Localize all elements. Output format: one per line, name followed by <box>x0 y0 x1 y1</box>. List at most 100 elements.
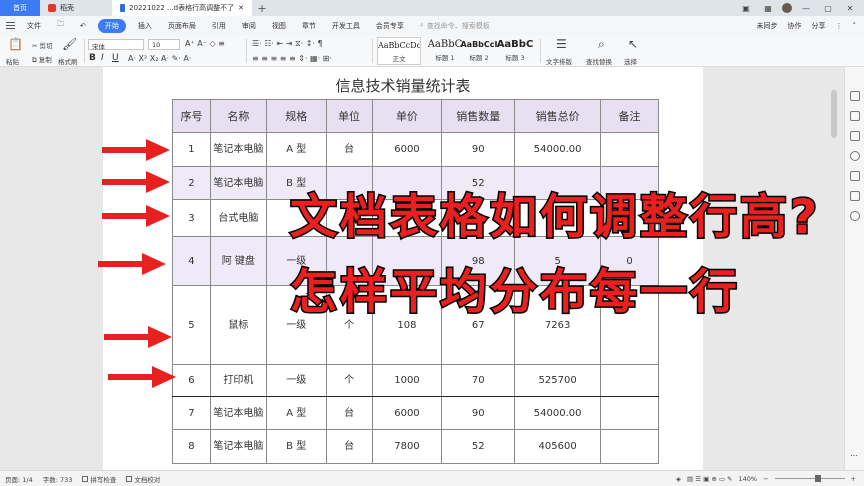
more-icon[interactable]: ⋮ <box>836 22 843 30</box>
table-cell[interactable]: 笔记本电脑 <box>209 132 267 167</box>
table-cell[interactable]: 一级 <box>265 364 327 397</box>
menu-view[interactable]: 视图 <box>264 21 294 31</box>
header-cell[interactable]: 规格 <box>265 99 327 133</box>
collaborate-button[interactable]: 协作 <box>788 21 802 31</box>
help-icon[interactable] <box>850 151 860 161</box>
tab-home[interactable]: 首页 <box>0 0 40 16</box>
tab-close-icon[interactable]: ✕ <box>238 4 244 12</box>
table-cell[interactable]: 90 <box>441 396 516 430</box>
collapse-ribbon-icon[interactable]: ˄ <box>853 22 857 30</box>
table-cell[interactable]: 3 <box>172 199 211 237</box>
protect-icon[interactable]: ◈ <box>676 475 681 483</box>
style-heading-3[interactable]: AaBbC 标题 3 <box>493 37 537 65</box>
spell-check-toggle[interactable]: 拼写检查 <box>77 474 121 484</box>
table-cell[interactable]: 405600 <box>514 429 602 464</box>
slider-icon[interactable] <box>850 131 860 141</box>
table-cell[interactable]: 笔记本电脑 <box>209 429 267 464</box>
page-count[interactable]: 页面: 1/4 <box>0 474 38 484</box>
tab-daoke[interactable]: 稻壳 <box>40 0 112 16</box>
pin-icon[interactable] <box>850 191 860 201</box>
table-cell[interactable] <box>600 396 659 430</box>
select-button[interactable]: 选择 <box>624 56 637 66</box>
find-replace-button[interactable]: 查找替换 <box>586 56 612 66</box>
cursor-icon[interactable]: ↖ <box>628 37 638 51</box>
menu-review[interactable]: 审阅 <box>234 21 264 31</box>
header-cell[interactable]: 名称 <box>209 99 267 133</box>
save-icon[interactable]: 🗀 <box>49 20 72 31</box>
menu-references[interactable]: 引用 <box>204 21 234 31</box>
zoom-out-button[interactable]: − <box>763 475 768 483</box>
globe-icon[interactable] <box>850 211 860 221</box>
find-icon[interactable]: ⌕ <box>598 37 605 52</box>
command-search[interactable]: ⌕ 查找命令、搜索模板 <box>420 21 490 31</box>
table-cell[interactable]: 54000.00 <box>514 132 602 167</box>
table-cell[interactable]: 54000.00 <box>514 396 602 430</box>
edit-icon[interactable] <box>850 91 860 101</box>
table-cell[interactable]: 个 <box>325 364 373 397</box>
table-cell[interactable]: 90 <box>441 132 516 167</box>
table-cell[interactable]: 6 <box>172 364 211 397</box>
table-cell[interactable]: 6000 <box>371 132 443 167</box>
table-cell[interactable]: 70 <box>441 364 516 397</box>
menu-developer[interactable]: 开发工具 <box>324 21 368 31</box>
table-cell[interactable]: 笔记本电脑 <box>209 166 267 200</box>
font-size-select[interactable]: 10 <box>148 39 180 50</box>
format-painter-icon[interactable]: 🖌 <box>62 37 77 51</box>
table-cell[interactable]: 打印机 <box>209 364 267 397</box>
format-painter-button[interactable]: 格式刷 <box>58 56 78 66</box>
underline-icon[interactable]: U <box>112 53 119 63</box>
menu-section[interactable]: 章节 <box>294 21 324 31</box>
document-proofread[interactable]: 文档校对 <box>121 474 165 484</box>
menu-icon[interactable] <box>6 22 15 29</box>
grid-icon[interactable]: ▦ <box>760 4 776 13</box>
italic-icon[interactable]: I <box>101 53 104 63</box>
header-cell[interactable]: 销售总价 <box>514 99 602 133</box>
word-count[interactable]: 字数: 733 <box>38 474 78 484</box>
header-cell[interactable]: 销售数量 <box>441 99 516 133</box>
bold-icon[interactable]: B <box>89 53 96 63</box>
table-cell[interactable]: A 型 <box>265 132 327 167</box>
style-normal[interactable]: AaBbCcDd 正文 <box>377 37 421 65</box>
font-name-select[interactable]: 宋体 <box>88 39 144 51</box>
table-cell[interactable] <box>600 429 659 464</box>
close-button[interactable]: ✕ <box>842 4 858 13</box>
table-cell[interactable]: 52 <box>441 429 516 464</box>
header-cell[interactable]: 序号 <box>172 99 211 133</box>
maximize-button[interactable]: ▢ <box>820 4 836 13</box>
share-button[interactable]: 分享 <box>812 21 826 31</box>
zoom-in-button[interactable]: + <box>851 475 856 483</box>
table-cell[interactable]: 8 <box>172 429 211 464</box>
table-cell[interactable]: A 型 <box>265 396 327 430</box>
zoom-slider[interactable] <box>774 475 845 482</box>
vertical-scrollbar[interactable] <box>831 82 837 464</box>
text-layout-button[interactable]: 文字排版 <box>546 56 572 66</box>
layout-icon[interactable]: ▣ <box>738 4 754 13</box>
sync-status[interactable]: 未同步 <box>757 21 778 31</box>
table-cell[interactable]: 7800 <box>371 429 443 464</box>
align-icons[interactable]: ≡ ≡ ≡ ≡ ≡ ⇕· ▦· ⊞· <box>252 54 332 63</box>
font-grow-icon[interactable]: A⁺ A⁻ ◇ ≡ <box>185 39 225 48</box>
menu-start[interactable]: 开始 <box>97 18 126 33</box>
menu-member[interactable]: 会员专享 <box>368 21 412 31</box>
zoom-level[interactable]: 140% <box>739 475 758 483</box>
more-panel-icon[interactable]: ⋯ <box>850 451 860 461</box>
table-cell[interactable]: 1 <box>172 132 211 167</box>
avatar[interactable] <box>782 3 792 13</box>
table-cell[interactable]: 7 <box>172 396 211 430</box>
table-cell[interactable]: 台 <box>325 396 373 430</box>
minimize-button[interactable]: — <box>798 4 814 13</box>
menu-file[interactable]: 文件 <box>19 21 49 31</box>
text-effects-icons[interactable]: A· X² X₂ A· ✎· A· <box>128 54 191 63</box>
text-layout-icon[interactable]: ☰ <box>556 37 567 51</box>
table-cell[interactable] <box>600 364 659 397</box>
list-icons[interactable]: ☰· ☷· ⇤ ⇥ ⧖· ↕· ¶ <box>252 39 323 49</box>
cut-button[interactable]: ✂ 剪切 <box>32 40 53 50</box>
table-cell[interactable]: 台 <box>325 132 373 167</box>
table-cell[interactable]: B 型 <box>265 429 327 464</box>
table-cell[interactable]: 6000 <box>371 396 443 430</box>
table-cell[interactable]: 5 <box>172 285 211 365</box>
view-icons[interactable]: ▤ ☰ ▣ ⊕ ▭ ✎ <box>687 475 732 483</box>
table-cell[interactable]: 台 <box>325 429 373 464</box>
tab-document[interactable]: 20221022 ...d表格行高调整不了 ✕ <box>112 0 252 16</box>
table-cell[interactable]: 笔记本电脑 <box>209 396 267 430</box>
